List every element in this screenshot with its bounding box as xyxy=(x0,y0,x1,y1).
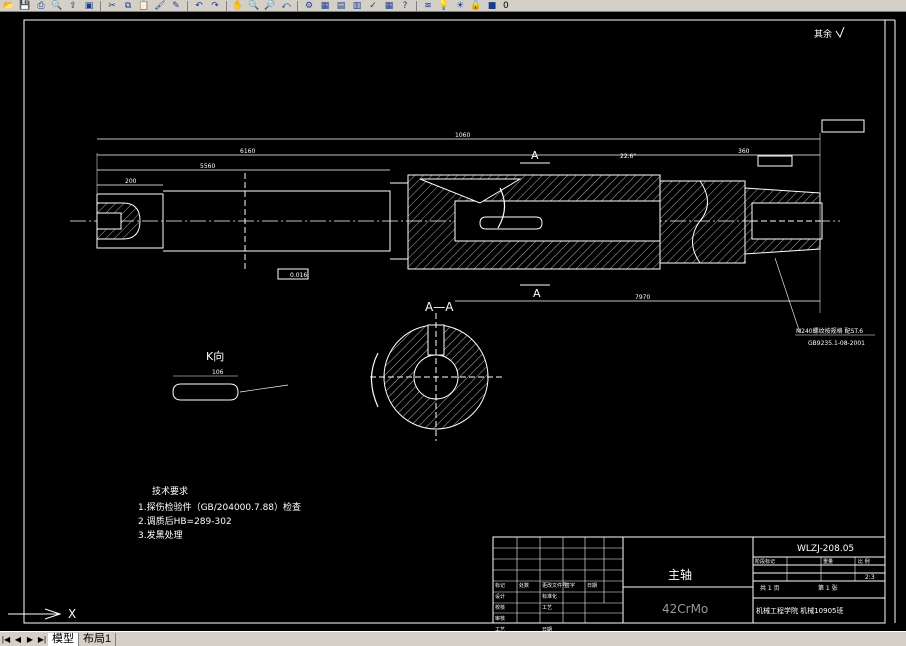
layer-lock-icon[interactable]: 🔓 xyxy=(469,1,483,11)
markup-icon[interactable]: ✓ xyxy=(366,1,380,11)
k-view-slot xyxy=(172,383,239,401)
drawing-number: WLZJ-208.05 xyxy=(797,544,854,554)
svg-text:A: A xyxy=(531,149,539,162)
roughness-note: 其余 xyxy=(814,28,832,40)
cut-icon[interactable]: ✂ xyxy=(105,1,119,11)
scale: 2:3 xyxy=(865,574,875,581)
title-block-cell: 更改文件号 xyxy=(542,582,567,589)
toolbar-separator xyxy=(297,0,298,11)
help-icon[interactable]: ? xyxy=(398,1,412,11)
layout-tab-bar: |◀ ◀ ▶ ▶| 模型 布局1 xyxy=(0,631,906,646)
toolbar-separator xyxy=(226,0,227,11)
shaft-right-section xyxy=(660,180,746,264)
title-block-cell: 工艺 xyxy=(542,605,552,611)
toolbar-separator xyxy=(416,0,417,11)
tab-model[interactable]: 模型 xyxy=(48,632,79,646)
undo-icon[interactable]: ↶ xyxy=(192,1,206,11)
publish-icon[interactable]: ⇪ xyxy=(66,1,80,11)
standard-toolbar: 📂 💾 ⎙ 🔍 ⇪ ▣ ✂ ⧉ 📋 🖌 ✎ ↶ ↷ ✋ 🔍 🔎 ⤺ ⚙ ▦ ▤ ▥ ✓ ▦? ≋ 💡 ☀ 🔓 ■ 0 xyxy=(0,0,906,12)
svg-text:1060: 1060 xyxy=(455,132,470,139)
svg-text:重量: 重量 xyxy=(823,558,833,565)
layer-properties-icon[interactable]: ≋ xyxy=(421,1,435,11)
last-tab-arrow-icon[interactable]: ▶| xyxy=(36,633,48,645)
redo-icon[interactable]: ↷ xyxy=(208,1,222,11)
thread-standard: GB9235.1-08-2001 xyxy=(808,340,865,347)
tolerance-frame-top xyxy=(821,119,865,133)
svg-text:第 1 张: 第 1 张 xyxy=(818,584,838,592)
svg-text:A: A xyxy=(533,287,541,300)
svg-text:比 例: 比 例 xyxy=(858,558,870,565)
preview-icon[interactable]: 🔍 xyxy=(50,1,64,11)
pan-icon[interactable]: ✋ xyxy=(231,1,245,11)
sheet-set-icon[interactable]: ▥ xyxy=(350,1,364,11)
properties-icon[interactable]: ⚙ xyxy=(302,1,316,11)
ucs-x-label: X xyxy=(68,607,76,621)
title-block-cell: 标记 xyxy=(495,582,505,589)
svg-text:0.016: 0.016 xyxy=(290,272,307,279)
block-editor-icon[interactable]: ✎ xyxy=(169,1,183,11)
calculator-icon[interactable]: ▦ xyxy=(382,1,396,11)
tech-item: 3.发黑处理 xyxy=(138,529,183,541)
title-block-cell: 审核 xyxy=(495,615,505,622)
section-label: A—A xyxy=(425,300,454,314)
design-center-icon[interactable]: ▦ xyxy=(318,1,332,11)
zoom-realtime-icon[interactable]: 🔍 xyxy=(247,1,261,11)
organization: 机械工程学院 机械10905班 xyxy=(756,606,844,615)
first-tab-arrow-icon[interactable]: |◀ xyxy=(0,633,12,645)
svg-text:106: 106 xyxy=(212,369,224,376)
open-icon[interactable]: 📂 xyxy=(2,1,16,11)
match-properties-icon[interactable]: 🖌 xyxy=(153,1,167,11)
svg-text:22.6°: 22.6° xyxy=(620,153,636,160)
svg-text:5560: 5560 xyxy=(200,163,215,170)
svg-text:阶段标记: 阶段标记 xyxy=(755,558,775,565)
svg-text:6160: 6160 xyxy=(240,148,255,155)
tab-layout1[interactable]: 布局1 xyxy=(79,632,117,646)
k-view-label: K向 xyxy=(206,349,224,363)
tech-title: 技术要求 xyxy=(152,485,188,497)
layer-color-icon[interactable]: ■ xyxy=(485,1,499,11)
next-tab-arrow-icon[interactable]: ▶ xyxy=(24,633,36,645)
svg-text:200: 200 xyxy=(125,178,137,185)
title-block-cell: 日期 xyxy=(587,583,597,589)
tool-palettes-icon[interactable]: ▤ xyxy=(334,1,348,11)
zoom-window-icon[interactable]: 🔎 xyxy=(263,1,277,11)
title-block-cell: 标准化 xyxy=(542,593,557,600)
prev-tab-arrow-icon[interactable]: ◀ xyxy=(12,633,24,645)
copy-icon[interactable]: ⧉ xyxy=(121,1,135,11)
plot-icon[interactable]: ▣ xyxy=(82,1,96,11)
layer-bulb-icon[interactable]: 💡 xyxy=(437,1,451,11)
tech-item: 1.探伤检验件（GB/204000.7.88）检查 xyxy=(138,501,301,513)
print-icon[interactable]: ⎙ xyxy=(34,1,48,11)
zoom-previous-icon[interactable]: ⤺ xyxy=(279,1,293,11)
toolbar-separator xyxy=(187,0,188,11)
cad-drawing: 其余 1060 6160 5560 200 360 7970 22.6° A A… xyxy=(8,19,896,631)
save-icon[interactable]: 💾 xyxy=(18,1,32,11)
title-block: 主轴 42CrMo WLZJ-208.05 阶段标记 重量 比 例 2:3 共 … xyxy=(492,536,886,631)
part-name: 主轴 xyxy=(668,567,692,582)
title-block-cell: 校核 xyxy=(495,604,505,611)
layer-name[interactable]: 0 xyxy=(503,1,509,11)
svg-text:7970: 7970 xyxy=(635,294,650,301)
thread-note: M240螺纹按规格 配ST.6 xyxy=(796,327,863,335)
drawing-canvas[interactable]: 其余 1060 6160 5560 200 360 7970 22.6° A A… xyxy=(0,13,906,631)
toolbar-separator xyxy=(100,0,101,11)
title-block-cell: 签字 xyxy=(565,582,575,589)
roughness-symbol xyxy=(835,26,845,39)
layer-sun-icon[interactable]: ☀ xyxy=(453,1,467,11)
material: 42CrMo xyxy=(662,602,708,616)
bore xyxy=(454,200,661,242)
title-block-cell: 处数 xyxy=(519,582,529,589)
paste-icon[interactable]: 📋 xyxy=(137,1,151,11)
tech-item: 2.调质后HB=289-302 xyxy=(138,515,232,527)
svg-text:共 1 页: 共 1 页 xyxy=(760,584,780,592)
svg-text:360: 360 xyxy=(738,148,750,155)
title-block-cell: 设计 xyxy=(495,593,505,600)
